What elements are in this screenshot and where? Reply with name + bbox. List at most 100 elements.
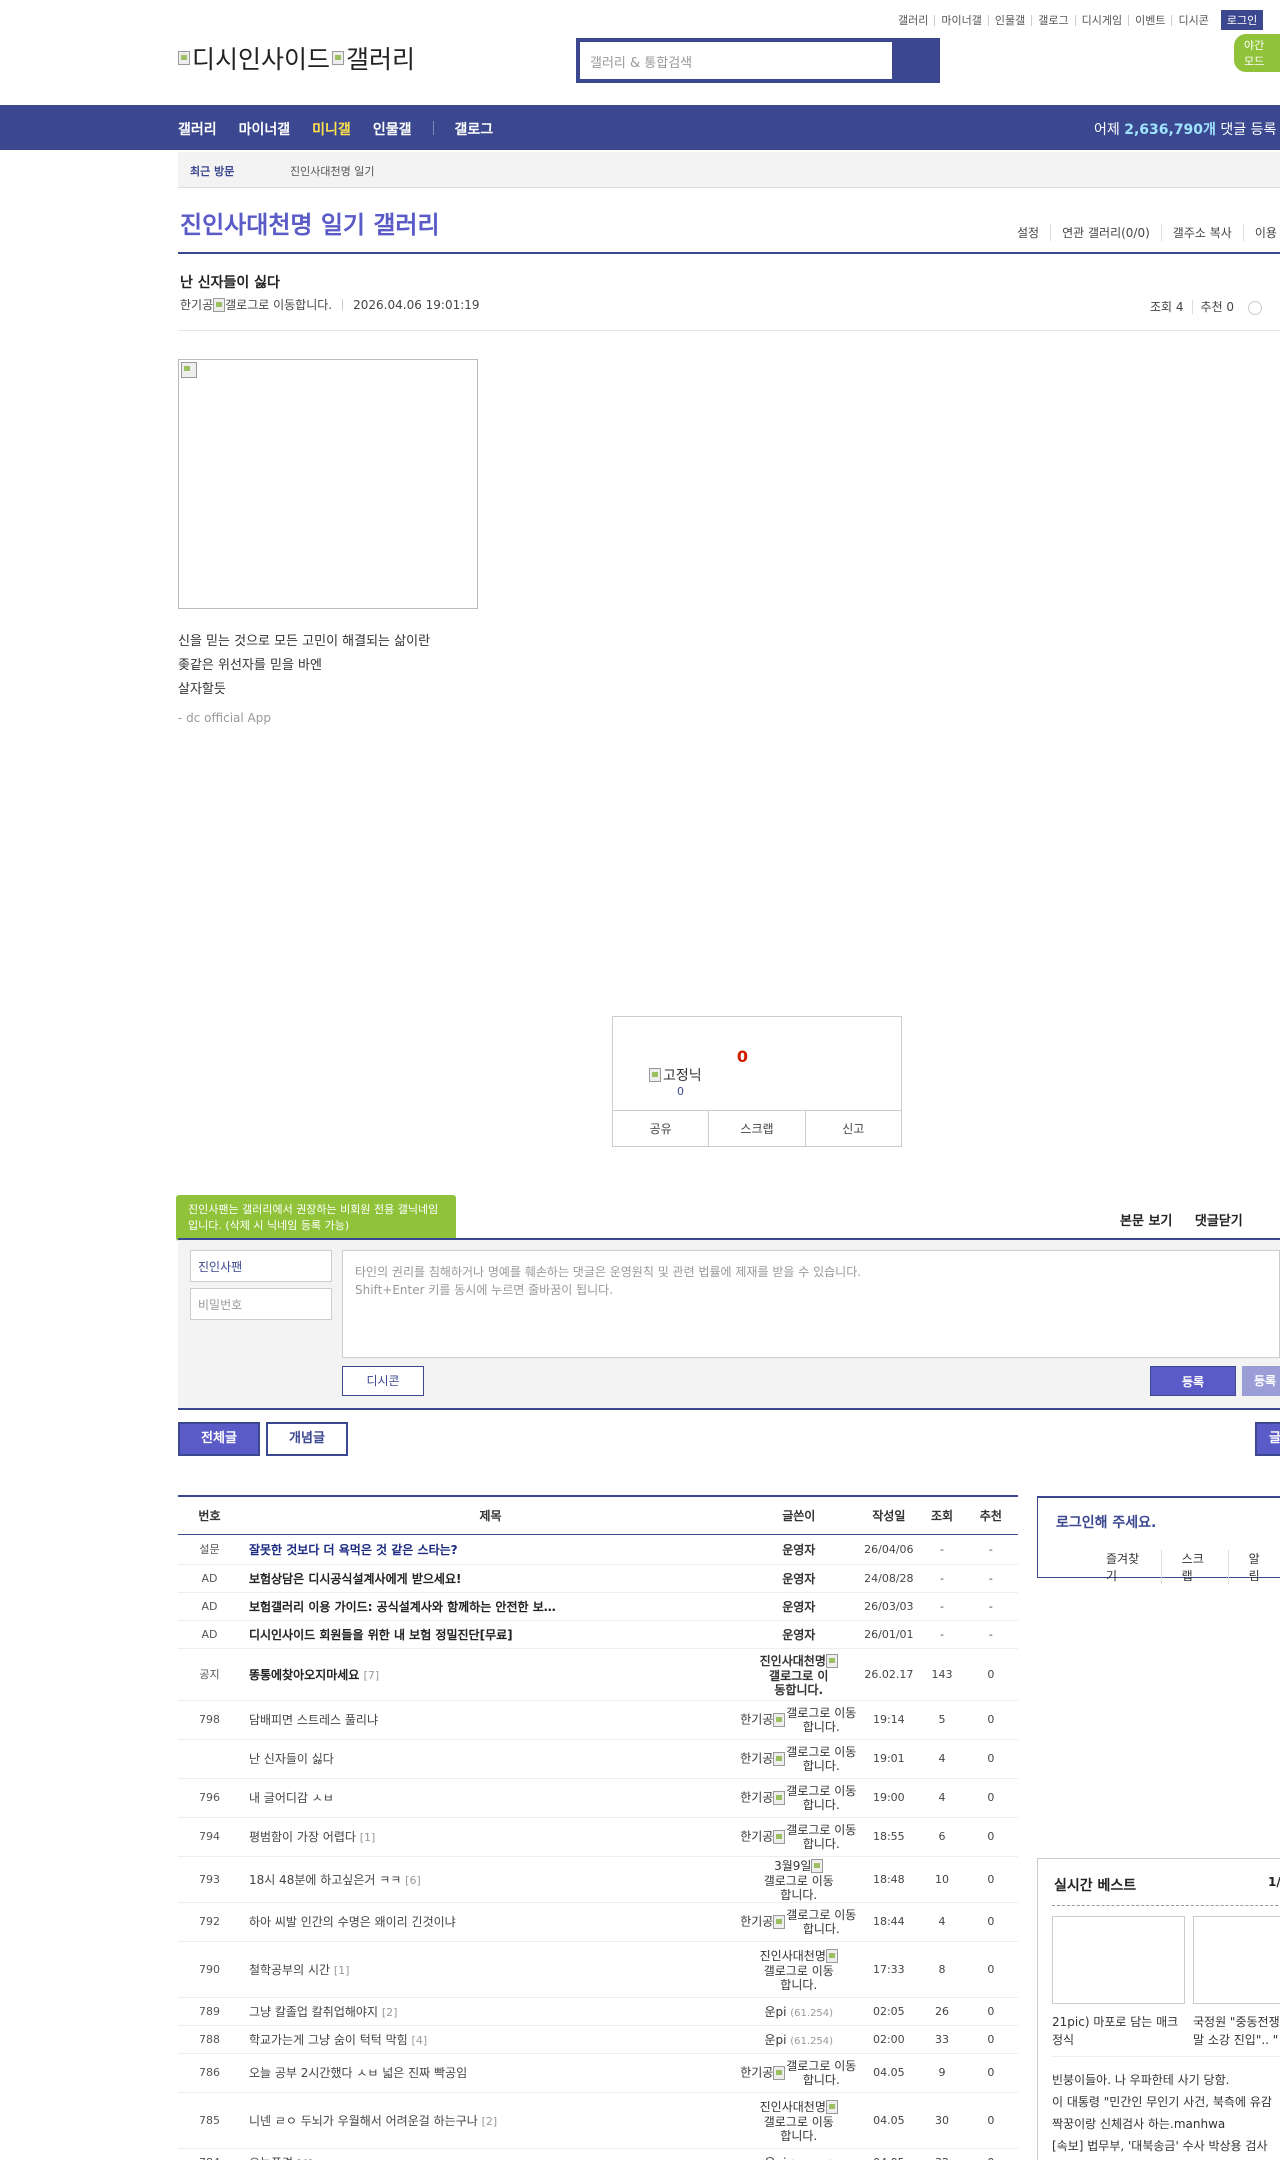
cell-writer[interactable]: 운영자 xyxy=(740,1592,858,1621)
cell-subject[interactable]: 디시인사이드 회원들을 위한 내 보험 정밀진단[무료] xyxy=(240,1620,741,1649)
tab-all-posts[interactable]: 전체글 xyxy=(178,1422,260,1456)
writer-nick[interactable]: 진인사대천명 xyxy=(760,2100,826,2114)
reply-count[interactable]: [7] xyxy=(364,1669,380,1682)
night-mode-button[interactable]: 야간 모드 xyxy=(1234,34,1280,72)
post-subject[interactable]: 하아 씨발 인간의 수명은 왜이리 긴것이냐 xyxy=(249,1915,456,1929)
gallog-link[interactable]: 갤로그로 이동합니다. xyxy=(763,1874,835,1902)
gallog-link[interactable]: 갤로그로 이동합니다. xyxy=(785,1706,857,1734)
password-field[interactable]: 비밀번호 xyxy=(190,1288,332,1320)
submit-button[interactable]: 등록 xyxy=(1150,1366,1236,1396)
cell-subject[interactable]: 보험갤러리 이용 가이드: 공식설계사와 함께하는 안전한 보… xyxy=(240,1592,741,1621)
writer-nick[interactable]: 운영자 xyxy=(782,1572,815,1586)
writer-nick[interactable]: 운영자 xyxy=(782,1543,815,1557)
post-subject[interactable]: 잘못한 것보다 더 욕먹은 것 같은 스타는? xyxy=(249,1543,458,1557)
post-subject[interactable]: 똥통에찾아오지마세요 xyxy=(249,1668,359,1682)
tool-copy-url[interactable]: 갤주소 복사 xyxy=(1160,224,1243,241)
table-row[interactable]: 794 평범함이 가장 어렵다 [1] 한기공 갤로그로 이동합니다. 18:55 6 0 xyxy=(178,1817,1018,1857)
cell-subject[interactable]: 그냥 칼졸업 칼취업해야지 [2] xyxy=(240,1997,741,2026)
login-button[interactable]: 로그인 xyxy=(1220,10,1264,30)
writer-nick[interactable]: 3월9일 xyxy=(774,1859,811,1873)
table-row[interactable]: 792 하아 씨발 인간의 수명은 왜이리 긴것이냐 한기공 갤로그로 이동합니다. 1… xyxy=(178,1902,1018,1942)
table-row[interactable]: 난 신자들이 싫다 한기공 갤로그로 이동합니다. 19:01 4 0 xyxy=(178,1739,1018,1779)
tool-settings[interactable]: 설정 xyxy=(1006,224,1050,241)
table-row[interactable]: 798 담배피면 스트레스 풀리냐 한기공 갤로그로 이동합니다. 19:14 5 0 xyxy=(178,1700,1018,1740)
cell-writer[interactable]: 진인사대천명갤로그로 이동합니다. xyxy=(740,1941,858,1998)
writer-nick[interactable]: 한기공 xyxy=(740,1712,773,1726)
best-thumbnail[interactable] xyxy=(1193,1916,1280,2004)
cell-subject[interactable]: 담배피면 스트레스 풀리냐 xyxy=(240,1700,741,1740)
writer-nick[interactable]: 진인사대천명 xyxy=(760,1949,826,1963)
gallog-link[interactable]: 갤로그로 이동합니다. xyxy=(785,1823,857,1851)
post-subject[interactable]: 디시인사이드 회원들을 위한 내 보험 정밀진단[무료] xyxy=(249,1628,513,1642)
cell-writer[interactable]: 한기공 갤로그로 이동합니다. xyxy=(740,1700,858,1740)
submit-dccon-button[interactable]: 등록 xyxy=(1242,1366,1280,1396)
cell-writer[interactable]: 운pi (61.254) xyxy=(740,1997,858,2026)
view-body-link[interactable]: 본문 보기 xyxy=(1120,1214,1172,1229)
table-row[interactable]: 793 18시 48분에 하고싶은거 ㅋㅋ [6] 3월9일갤로그로 이동합니다. 1… xyxy=(178,1856,1018,1903)
gallog-link[interactable]: 갤로그로 이동합니다. xyxy=(785,1908,857,1936)
cell-writer[interactable]: 한기공 갤로그로 이동합니다. xyxy=(740,1739,858,1779)
share-button[interactable]: 공유 xyxy=(613,1111,708,1146)
table-row[interactable]: 786 오늘 공부 2시간했다 ㅅㅂ 넓은 진짜 빡공임 한기공 갤로그로 이동합니다… xyxy=(178,2053,1018,2093)
gallog-link[interactable]: 갤로그로 이동합니다. xyxy=(225,296,332,313)
post-subject[interactable]: 니넨 ㄹㅇ 두뇌가 우월해서 어려운걸 하는구나 xyxy=(249,2114,478,2128)
reply-count[interactable]: [1] xyxy=(360,1831,376,1844)
best-thumbnail[interactable] xyxy=(1052,1916,1185,2004)
topnav-person[interactable]: 인물갤 xyxy=(987,14,1031,26)
best-news-item[interactable]: 빈붕이들아. 나 우파한테 사기 당함. xyxy=(1052,2069,1280,2091)
post-subject[interactable]: 평범함이 가장 어렵다 xyxy=(249,1830,356,1844)
topnav-gallog[interactable]: 갤로그 xyxy=(1031,14,1074,26)
cell-writer[interactable]: 운영자 xyxy=(740,1620,858,1649)
topnav-game[interactable]: 디시게임 xyxy=(1074,14,1128,26)
topnav-dccon[interactable]: 디시콘 xyxy=(1171,14,1214,26)
comment-textarea[interactable]: 타인의 권리를 침해하거나 명예를 훼손하는 댓글은 운영원칙 및 관련 법률에… xyxy=(342,1250,1280,1358)
reply-count[interactable]: [2] xyxy=(482,2115,498,2128)
post-subject[interactable]: 보험갤러리 이용 가이드: 공식설계사와 함께하는 안전한 보… xyxy=(249,1600,556,1614)
gallog-link[interactable]: 갤로그로 이동합니다. xyxy=(763,1964,835,1992)
writer-nick[interactable]: 진인사대천명 xyxy=(760,1654,826,1668)
dccon-button[interactable]: 디시콘 xyxy=(342,1366,424,1396)
reply-count[interactable]: [4] xyxy=(297,2157,313,2160)
favorites-link[interactable]: 즐겨찾기 xyxy=(1086,1550,1161,1584)
gallog-link[interactable]: 갤로그로 이동합니다. xyxy=(785,2059,857,2087)
post-subject[interactable]: 담배피면 스트레스 풀리냐 xyxy=(249,1713,378,1727)
cell-subject[interactable]: 니넨 ㄹㅇ 두뇌가 우월해서 어려운걸 하는구나 [2] xyxy=(240,2092,741,2149)
writer-nick[interactable]: 한기공 xyxy=(740,1790,773,1804)
writer-nick[interactable]: 한기공 xyxy=(740,1914,773,1928)
nav-gallog[interactable]: 갤로그 xyxy=(454,119,493,139)
cell-writer[interactable]: 한기공 갤로그로 이동합니다. xyxy=(740,1902,858,1942)
post-image[interactable] xyxy=(178,359,478,609)
nav-mini-gallery[interactable]: 미니갤 xyxy=(312,119,351,139)
cell-writer[interactable]: 한기공 갤로그로 이동합니다. xyxy=(740,2053,858,2093)
writer-nick[interactable]: 운영자 xyxy=(782,1628,815,1642)
post-subject[interactable]: 보험상담은 디시공식설계사에게 받으세요! xyxy=(249,1572,462,1586)
post-subject[interactable]: 오늘풍경 xyxy=(249,2156,293,2160)
table-row[interactable]: 790 철학공부의 시간 [1] 진인사대천명갤로그로 이동합니다. 17:33 8 0 xyxy=(178,1941,1018,1998)
table-row[interactable]: AD 디시인사이드 회원들을 위한 내 보험 정밀진단[무료] 운영자 26/01/0… xyxy=(178,1620,1018,1649)
cell-subject[interactable]: 평범함이 가장 어렵다 [1] xyxy=(240,1817,741,1857)
table-row[interactable]: 785 니넨 ㄹㅇ 두뇌가 우월해서 어려운걸 하는구나 [2] 진인사대천명갤로그… xyxy=(178,2092,1018,2149)
tool-related[interactable]: 연관 갤러리(0/0) xyxy=(1050,224,1161,241)
best-caption[interactable]: 국정원 "중동전쟁 말 소강 진입".. " xyxy=(1193,2013,1280,2049)
report-button[interactable]: 신고 xyxy=(804,1111,901,1146)
tab-best-posts[interactable]: 개념글 xyxy=(266,1422,348,1456)
writer-nick[interactable]: 운pi xyxy=(764,2033,786,2047)
topnav-gallery[interactable]: 갤러리 xyxy=(892,15,934,26)
gallery-title[interactable]: 진인사대천명 일기 갤러리 xyxy=(180,205,440,240)
cell-subject[interactable]: 난 신자들이 싫다 xyxy=(240,1739,741,1779)
nav-gallery[interactable]: 갤러리 xyxy=(178,119,217,139)
table-row[interactable]: 공지 똥통에찾아오지마세요 [7] 진인사대천명갤로그로 이동합니다. 26.02.1… xyxy=(178,1648,1018,1701)
search-button[interactable] xyxy=(892,42,936,79)
reply-count[interactable]: [1] xyxy=(334,1964,350,1977)
cell-writer[interactable]: 한기공 갤로그로 이동합니다. xyxy=(740,1817,858,1857)
best-caption[interactable]: 21pic) 마포로 담는 매크 정식 xyxy=(1052,2013,1182,2049)
post-subject[interactable]: 18시 48분에 하고싶은거 ㅋㅋ xyxy=(249,1873,401,1887)
post-writer[interactable]: 한기공 xyxy=(180,296,213,313)
scrap-link[interactable]: 스크랩 xyxy=(1160,1550,1228,1584)
reply-count[interactable]: [2] xyxy=(382,2006,398,2019)
site-logo[interactable]: 디시인사이드 갤러리 xyxy=(178,40,415,76)
cell-subject[interactable]: 내 글어디감 ㅅㅂ xyxy=(240,1778,741,1818)
reply-count[interactable]: [4] xyxy=(412,2034,428,2047)
login-prompt[interactable]: 로그인해 주세요. xyxy=(1056,1512,1156,1532)
cell-writer[interactable]: 운pi (61.254) xyxy=(740,2148,858,2160)
